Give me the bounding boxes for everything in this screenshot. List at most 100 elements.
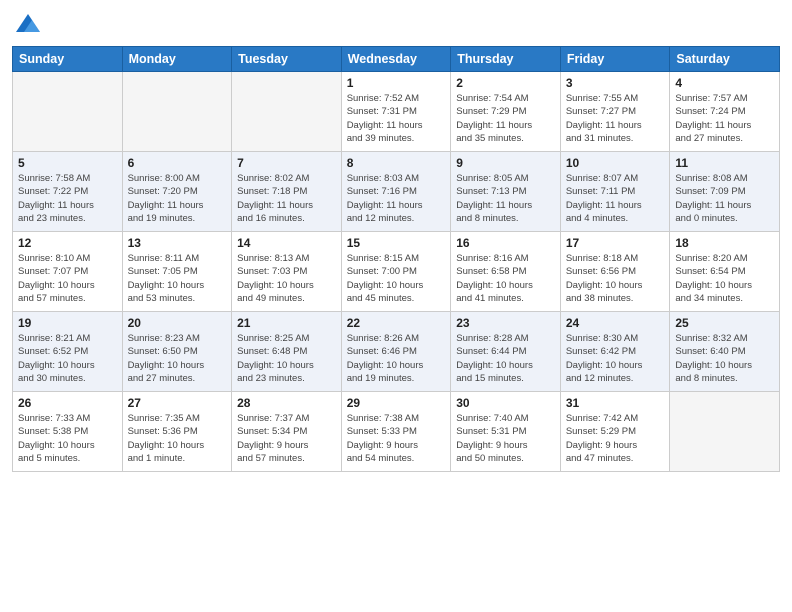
day-number: 18 [675, 236, 774, 250]
calendar-day-30: 30 Sunrise: 7:40 AM Sunset: 5:31 PM Dayli… [451, 392, 561, 472]
day-number: 7 [237, 156, 336, 170]
weekday-header-thursday: Thursday [451, 47, 561, 72]
weekday-header-friday: Friday [560, 47, 670, 72]
weekday-header-row: SundayMondayTuesdayWednesdayThursdayFrid… [13, 47, 780, 72]
day-number: 8 [347, 156, 446, 170]
day-info: Sunrise: 8:30 AM Sunset: 6:42 PM Dayligh… [566, 332, 665, 385]
day-number: 19 [18, 316, 117, 330]
calendar-week-row: 26 Sunrise: 7:33 AM Sunset: 5:38 PM Dayli… [13, 392, 780, 472]
day-info: Sunrise: 8:10 AM Sunset: 7:07 PM Dayligh… [18, 252, 117, 305]
day-number: 13 [128, 236, 227, 250]
calendar-day-26: 26 Sunrise: 7:33 AM Sunset: 5:38 PM Dayli… [13, 392, 123, 472]
day-number: 23 [456, 316, 555, 330]
calendar-day-23: 23 Sunrise: 8:28 AM Sunset: 6:44 PM Dayli… [451, 312, 561, 392]
day-info: Sunrise: 8:16 AM Sunset: 6:58 PM Dayligh… [456, 252, 555, 305]
calendar-week-row: 5 Sunrise: 7:58 AM Sunset: 7:22 PM Daylig… [13, 152, 780, 232]
day-info: Sunrise: 7:40 AM Sunset: 5:31 PM Dayligh… [456, 412, 555, 465]
calendar-day-12: 12 Sunrise: 8:10 AM Sunset: 7:07 PM Dayli… [13, 232, 123, 312]
day-info: Sunrise: 8:08 AM Sunset: 7:09 PM Dayligh… [675, 172, 774, 225]
day-info: Sunrise: 7:37 AM Sunset: 5:34 PM Dayligh… [237, 412, 336, 465]
calendar-day-27: 27 Sunrise: 7:35 AM Sunset: 5:36 PM Dayli… [122, 392, 232, 472]
calendar-day-11: 11 Sunrise: 8:08 AM Sunset: 7:09 PM Dayli… [670, 152, 780, 232]
calendar-day-14: 14Sunrise: 8:13 AM Sunset: 7:03 PM Dayli… [232, 232, 342, 312]
weekday-header-sunday: Sunday [13, 47, 123, 72]
day-info: Sunrise: 8:23 AM Sunset: 6:50 PM Dayligh… [128, 332, 227, 385]
day-info: Sunrise: 7:58 AM Sunset: 7:22 PM Dayligh… [18, 172, 117, 225]
calendar-day-29: 29 Sunrise: 7:38 AM Sunset: 5:33 PM Dayli… [341, 392, 451, 472]
calendar-day-empty [13, 72, 123, 152]
day-number: 20 [128, 316, 227, 330]
day-info: Sunrise: 8:21 AM Sunset: 6:52 PM Dayligh… [18, 332, 117, 385]
weekday-header-saturday: Saturday [670, 47, 780, 72]
calendar-day-16: 16 Sunrise: 8:16 AM Sunset: 6:58 PM Dayli… [451, 232, 561, 312]
day-info: Sunrise: 7:55 AM Sunset: 7:27 PM Dayligh… [566, 92, 665, 145]
weekday-header-wednesday: Wednesday [341, 47, 451, 72]
day-info: Sunrise: 7:35 AM Sunset: 5:36 PM Dayligh… [128, 412, 227, 465]
calendar-day-10: 10 Sunrise: 8:07 AM Sunset: 7:11 PM Dayli… [560, 152, 670, 232]
calendar-day-5: 5 Sunrise: 7:58 AM Sunset: 7:22 PM Daylig… [13, 152, 123, 232]
calendar-day-19: 19 Sunrise: 8:21 AM Sunset: 6:52 PM Dayli… [13, 312, 123, 392]
day-number: 27 [128, 396, 227, 410]
calendar-table: SundayMondayTuesdayWednesdayThursdayFrid… [12, 46, 780, 472]
day-info: Sunrise: 8:28 AM Sunset: 6:44 PM Dayligh… [456, 332, 555, 385]
calendar-day-13: 13 Sunrise: 8:11 AM Sunset: 7:05 PM Dayli… [122, 232, 232, 312]
day-number: 12 [18, 236, 117, 250]
day-info: Sunrise: 8:11 AM Sunset: 7:05 PM Dayligh… [128, 252, 227, 305]
day-number: 11 [675, 156, 774, 170]
day-number: 26 [18, 396, 117, 410]
day-info: Sunrise: 8:05 AM Sunset: 7:13 PM Dayligh… [456, 172, 555, 225]
weekday-header-monday: Monday [122, 47, 232, 72]
calendar-day-9: 9 Sunrise: 8:05 AM Sunset: 7:13 PM Daylig… [451, 152, 561, 232]
day-info: Sunrise: 8:15 AM Sunset: 7:00 PM Dayligh… [347, 252, 446, 305]
calendar-day-empty [670, 392, 780, 472]
calendar-day-8: 8Sunrise: 8:03 AM Sunset: 7:16 PM Daylig… [341, 152, 451, 232]
calendar-day-empty [122, 72, 232, 152]
day-number: 2 [456, 76, 555, 90]
calendar-day-2: 2 Sunrise: 7:54 AM Sunset: 7:29 PM Daylig… [451, 72, 561, 152]
day-number: 30 [456, 396, 555, 410]
day-number: 24 [566, 316, 665, 330]
day-number: 3 [566, 76, 665, 90]
day-info: Sunrise: 8:18 AM Sunset: 6:56 PM Dayligh… [566, 252, 665, 305]
calendar-week-row: 1Sunrise: 7:52 AM Sunset: 7:31 PM Daylig… [13, 72, 780, 152]
day-number: 25 [675, 316, 774, 330]
day-info: Sunrise: 8:07 AM Sunset: 7:11 PM Dayligh… [566, 172, 665, 225]
day-info: Sunrise: 8:25 AM Sunset: 6:48 PM Dayligh… [237, 332, 336, 385]
calendar-day-empty [232, 72, 342, 152]
day-info: Sunrise: 8:32 AM Sunset: 6:40 PM Dayligh… [675, 332, 774, 385]
calendar-day-22: 22Sunrise: 8:26 AM Sunset: 6:46 PM Dayli… [341, 312, 451, 392]
calendar-day-21: 21 Sunrise: 8:25 AM Sunset: 6:48 PM Dayli… [232, 312, 342, 392]
header [12, 10, 780, 38]
day-number: 5 [18, 156, 117, 170]
day-info: Sunrise: 7:33 AM Sunset: 5:38 PM Dayligh… [18, 412, 117, 465]
logo-icon [14, 10, 42, 38]
page-container: SundayMondayTuesdayWednesdayThursdayFrid… [0, 0, 792, 612]
day-info: Sunrise: 8:02 AM Sunset: 7:18 PM Dayligh… [237, 172, 336, 225]
calendar-day-31: 31 Sunrise: 7:42 AM Sunset: 5:29 PM Dayli… [560, 392, 670, 472]
day-info: Sunrise: 8:20 AM Sunset: 6:54 PM Dayligh… [675, 252, 774, 305]
day-info: Sunrise: 7:42 AM Sunset: 5:29 PM Dayligh… [566, 412, 665, 465]
calendar-day-17: 17Sunrise: 8:18 AM Sunset: 6:56 PM Dayli… [560, 232, 670, 312]
calendar-day-7: 7 Sunrise: 8:02 AM Sunset: 7:18 PM Daylig… [232, 152, 342, 232]
day-number: 15 [347, 236, 446, 250]
weekday-header-tuesday: Tuesday [232, 47, 342, 72]
day-number: 31 [566, 396, 665, 410]
day-number: 10 [566, 156, 665, 170]
day-number: 6 [128, 156, 227, 170]
day-info: Sunrise: 8:13 AM Sunset: 7:03 PM Dayligh… [237, 252, 336, 305]
day-number: 16 [456, 236, 555, 250]
calendar-day-15: 15 Sunrise: 8:15 AM Sunset: 7:00 PM Dayli… [341, 232, 451, 312]
calendar-day-1: 1Sunrise: 7:52 AM Sunset: 7:31 PM Daylig… [341, 72, 451, 152]
calendar-day-4: 4Sunrise: 7:57 AM Sunset: 7:24 PM Daylig… [670, 72, 780, 152]
calendar-day-6: 6Sunrise: 8:00 AM Sunset: 7:20 PM Daylig… [122, 152, 232, 232]
day-number: 22 [347, 316, 446, 330]
calendar-week-row: 19 Sunrise: 8:21 AM Sunset: 6:52 PM Dayli… [13, 312, 780, 392]
day-number: 9 [456, 156, 555, 170]
calendar-day-3: 3 Sunrise: 7:55 AM Sunset: 7:27 PM Daylig… [560, 72, 670, 152]
day-info: Sunrise: 7:54 AM Sunset: 7:29 PM Dayligh… [456, 92, 555, 145]
day-number: 28 [237, 396, 336, 410]
day-number: 29 [347, 396, 446, 410]
day-info: Sunrise: 7:38 AM Sunset: 5:33 PM Dayligh… [347, 412, 446, 465]
calendar-day-28: 28 Sunrise: 7:37 AM Sunset: 5:34 PM Dayli… [232, 392, 342, 472]
day-number: 21 [237, 316, 336, 330]
